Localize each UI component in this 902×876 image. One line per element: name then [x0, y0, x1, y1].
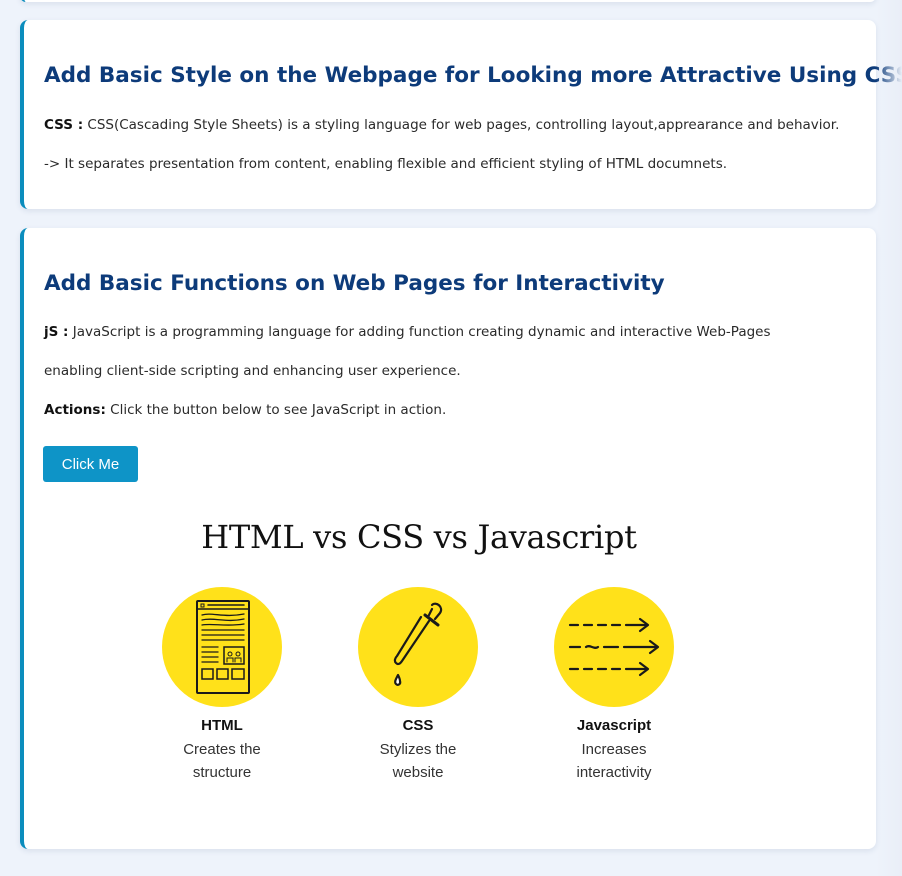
infographic-title: HTML vs CSS vs Javascript — [201, 518, 637, 556]
css-section-card: Add Basic Style on the Webpage for Looki… — [20, 20, 902, 209]
js-section-heading: Add Basic Functions on Web Pages for Int… — [44, 271, 665, 296]
css-column-description: Stylizes the website — [379, 741, 457, 781]
js-description-cont: enabling client-side scripting and enhan… — [44, 363, 461, 379]
javascript-column-description: Increases interactivity — [576, 741, 652, 781]
js-section-card: Add Basic Functions on Web Pages for Int… — [20, 228, 876, 849]
actions-text: Click the button below to see JavaScript… — [105, 402, 447, 418]
css-description-text: CSS(Cascading Style Sheets) is a styling… — [83, 117, 840, 133]
previous-section-card — [20, 0, 876, 2]
js-description-text: JavaScript is a programming language for… — [68, 324, 771, 340]
arrows-icon — [554, 587, 674, 707]
html-column-description: Creates the structure — [183, 741, 261, 781]
css-description: CSS : CSS(Cascading Style Sheets) is a s… — [44, 116, 839, 134]
js-actions: Actions: Click the button below to see J… — [44, 401, 446, 419]
click-me-button[interactable]: Click Me — [43, 446, 138, 482]
actions-label: Actions: — [44, 402, 106, 418]
webpage-layout-icon — [162, 587, 282, 707]
js-description: jS : JavaScript is a programming languag… — [44, 323, 771, 341]
css-section-heading: Add Basic Style on the Webpage for Looki… — [44, 63, 902, 88]
javascript-column-title: Javascript — [576, 717, 652, 734]
page-edge-shadow — [876, 0, 902, 876]
css-column-title: CSS — [402, 717, 434, 734]
css-label: CSS : — [44, 117, 84, 133]
js-label: jS : — [44, 324, 69, 340]
html-css-js-infographic: HTML vs CSS vs Javascript HTML Creates t… — [24, 228, 876, 849]
html-column-title: HTML — [201, 717, 243, 734]
css-note: -> It separates presentation from conten… — [44, 156, 728, 172]
eyedropper-icon — [358, 587, 478, 707]
